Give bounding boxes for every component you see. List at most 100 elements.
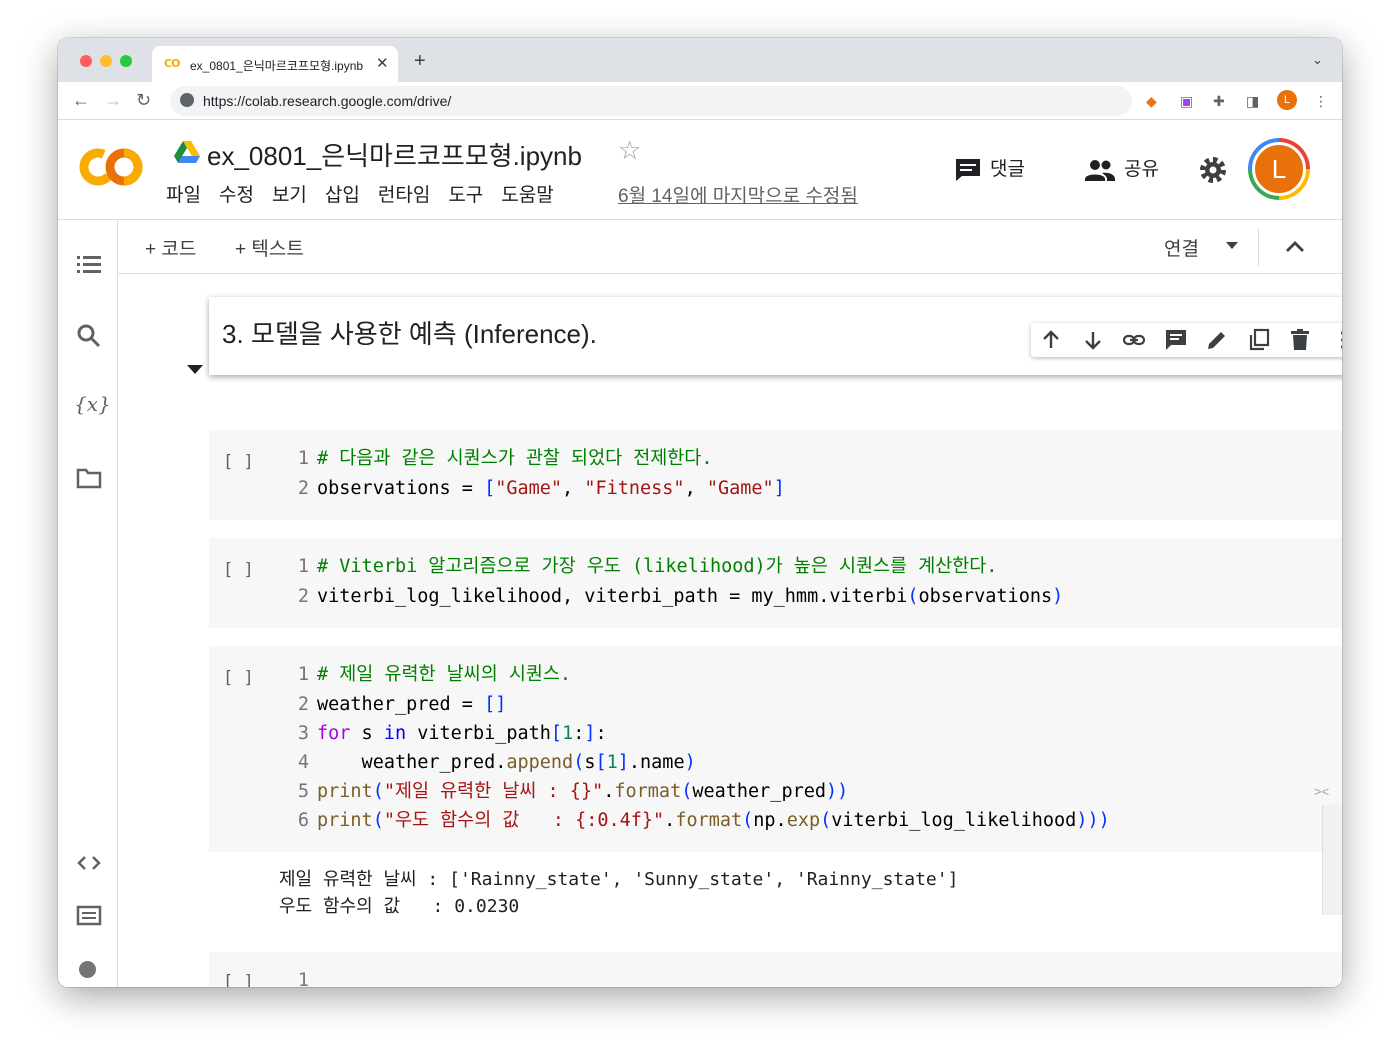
code-line[interactable]: 2 viterbi_log_likelihood, viterbi_path = … — [293, 582, 1063, 611]
browser-toolbar: ← → ↻ https://colab.research.google.com/… — [58, 82, 1342, 120]
minimize-window-button[interactable] — [100, 55, 112, 67]
line-number: 2 — [297, 694, 309, 715]
code-text: viterbi_log_likelihood, viterbi_path = m… — [317, 586, 1064, 607]
code-text: # 제일 유력한 날씨의 시퀀스. — [317, 664, 572, 685]
code-cell[interactable]: [ ] 1 # 다음과 같은 시퀀스가 관찰 되었다 전제한다. 2 observa… — [209, 430, 1342, 520]
files-folder-icon[interactable] — [76, 465, 102, 491]
table-of-contents-icon[interactable] — [76, 252, 102, 278]
collapse-header-chevron-icon[interactable] — [1282, 234, 1308, 260]
code-line[interactable]: 2 weather_pred = [] — [293, 690, 507, 719]
code-line[interactable]: 3 for s in viterbi_path[1:]: — [293, 719, 607, 748]
side-panel-icon[interactable]: ◨ — [1246, 92, 1259, 110]
cell-output-line: 제일 유력한 날씨 : ['Rainny_state', 'Sunny_stat… — [279, 869, 959, 890]
link-icon[interactable] — [1122, 328, 1146, 352]
tab-strip: CO ex_0801_은닉마르코프모형.ipynb ✕ + ⌄ — [58, 38, 1342, 82]
forward-icon[interactable]: → — [104, 89, 122, 111]
account-avatar-ring[interactable]: L — [1248, 138, 1310, 200]
code-text: for s in viterbi_path[1:]: — [317, 723, 607, 744]
run-cell-button[interactable]: [ ] — [223, 668, 254, 688]
section-collapse-caret-icon[interactable] — [187, 365, 203, 374]
cell-output-line: 우도 함수의 값 : 0.0230 — [279, 896, 520, 917]
menu-view[interactable]: 보기 — [272, 180, 307, 207]
run-cell-button[interactable]: [ ] — [223, 560, 254, 580]
line-number: 1 — [297, 664, 309, 685]
connect-button[interactable]: 연결 — [1164, 234, 1199, 261]
line-number: 3 — [297, 723, 309, 744]
line-number: 5 — [297, 781, 309, 802]
address-bar[interactable]: https://colab.research.google.com/drive/ — [170, 86, 1132, 116]
code-cell[interactable]: [ ] 1 — [209, 952, 1342, 987]
back-icon[interactable]: ← — [72, 89, 90, 111]
star-icon[interactable]: ☆ — [618, 136, 641, 164]
command-palette-icon[interactable] — [76, 903, 102, 929]
more-options-icon[interactable] — [1331, 328, 1342, 352]
reload-icon[interactable]: ↻ — [136, 89, 151, 111]
close-window-button[interactable] — [80, 55, 92, 67]
comment-icon[interactable] — [1164, 328, 1188, 352]
menu-file[interactable]: 파일 — [166, 180, 201, 207]
resize-handle-icon[interactable]: >< — [1314, 784, 1329, 799]
colab-logo-icon[interactable] — [78, 144, 144, 190]
line-number: 1 — [297, 970, 309, 987]
comments-label: 댓글 — [990, 159, 1025, 180]
line-number: 4 — [297, 752, 309, 773]
run-cell-button[interactable]: [ ] — [223, 972, 254, 987]
code-snippets-icon[interactable] — [76, 850, 102, 876]
code-line[interactable]: 6 print("우도 함수의 값 : {:0.4f}".format(np.ex… — [293, 806, 1110, 835]
variables-icon[interactable]: {x} — [74, 392, 111, 418]
add-code-button[interactable]: + 코드 — [145, 234, 196, 261]
tab-close-icon[interactable]: ✕ — [376, 54, 389, 72]
metamask-extension-icon[interactable]: ◆ — [1146, 92, 1157, 110]
code-line[interactable]: 1 # 제일 유력한 날씨의 시퀀스. — [293, 660, 571, 689]
extension-icon[interactable]: ▣ — [1180, 92, 1193, 110]
run-cell-button[interactable]: [ ] — [223, 452, 254, 472]
notebook-toolbar: + 코드 + 텍스트 연결 — [118, 220, 1342, 274]
delete-trash-icon[interactable] — [1288, 328, 1312, 352]
notebook-title[interactable]: ex_0801_은닉마르코프모형.ipynb — [207, 136, 582, 173]
tab-search-chevron-icon[interactable]: ⌄ — [1312, 52, 1323, 68]
comments-button[interactable]: 댓글 — [954, 154, 1025, 184]
code-line[interactable]: 1 # Viterbi 알고리즘으로 가장 우도 (likelihood)가 높은… — [293, 552, 998, 581]
menu-runtime[interactable]: 런타임 — [378, 180, 430, 207]
code-line[interactable]: 2 observations = ["Game", "Fitness", "Gam… — [293, 474, 785, 503]
account-avatar: L — [1252, 142, 1306, 196]
google-drive-icon[interactable] — [174, 140, 200, 164]
edit-pencil-icon[interactable] — [1205, 328, 1229, 352]
code-line[interactable]: 1 — [293, 966, 317, 987]
browser-tab[interactable]: CO ex_0801_은닉마르코프모형.ipynb ✕ — [152, 46, 398, 82]
mirror-cell-icon[interactable] — [1247, 328, 1271, 352]
menu-edit[interactable]: 수정 — [219, 180, 254, 207]
profile-avatar[interactable]: L — [1277, 90, 1297, 110]
puzzle-extensions-icon[interactable]: ✚ — [1213, 92, 1225, 110]
browser-window: CO ex_0801_은닉마르코프모형.ipynb ✕ + ⌄ ← → ↻ ht… — [58, 38, 1342, 987]
add-text-button[interactable]: + 텍스트 — [235, 234, 304, 261]
menu-tools[interactable]: 도구 — [448, 180, 483, 207]
browser-menu-icon[interactable]: ⋮ — [1314, 92, 1328, 110]
code-line[interactable]: 4 weather_pred.append(s[1].name) — [293, 748, 696, 777]
code-line[interactable]: 1 # 다음과 같은 시퀀스가 관찰 되었다 전제한다. — [293, 444, 713, 473]
maximize-window-button[interactable] — [120, 55, 132, 67]
code-line[interactable]: 5 print("제일 유력한 날씨 : {}".format(weather_p… — [293, 777, 848, 806]
line-number: 2 — [297, 478, 309, 499]
menu-bar: 파일 수정 보기 삽입 런타임 도구 도움말 — [166, 180, 572, 206]
move-up-icon[interactable] — [1039, 328, 1063, 352]
code-cell[interactable]: [ ] 1 # Viterbi 알고리즘으로 가장 우도 (likelihood)… — [209, 538, 1342, 628]
menu-help[interactable]: 도움말 — [501, 180, 553, 207]
connect-dropdown-icon[interactable] — [1226, 242, 1238, 249]
url-text[interactable]: https://colab.research.google.com/drive/ — [203, 93, 451, 109]
menu-insert[interactable]: 삽입 — [325, 180, 360, 207]
settings-gear-icon[interactable] — [1198, 155, 1228, 185]
people-icon — [1085, 159, 1115, 181]
line-number: 1 — [297, 556, 309, 577]
line-number: 1 — [297, 448, 309, 469]
move-down-icon[interactable] — [1081, 328, 1105, 352]
code-cell[interactable]: [ ] 1 # 제일 유력한 날씨의 시퀀스. 2 weather_pred = [… — [209, 646, 1342, 852]
new-tab-icon[interactable]: + — [414, 51, 426, 71]
status-indicator-icon[interactable] — [79, 961, 96, 978]
code-text: weather_pred.append(s[1].name) — [317, 752, 696, 773]
last-edited-link[interactable]: 6월 14일에 마지막으로 수정됨 — [618, 181, 858, 208]
scrollbar[interactable] — [1322, 805, 1342, 915]
site-info-icon[interactable] — [180, 93, 194, 107]
search-icon[interactable] — [76, 323, 102, 349]
share-button[interactable]: 공유 — [1084, 154, 1159, 184]
